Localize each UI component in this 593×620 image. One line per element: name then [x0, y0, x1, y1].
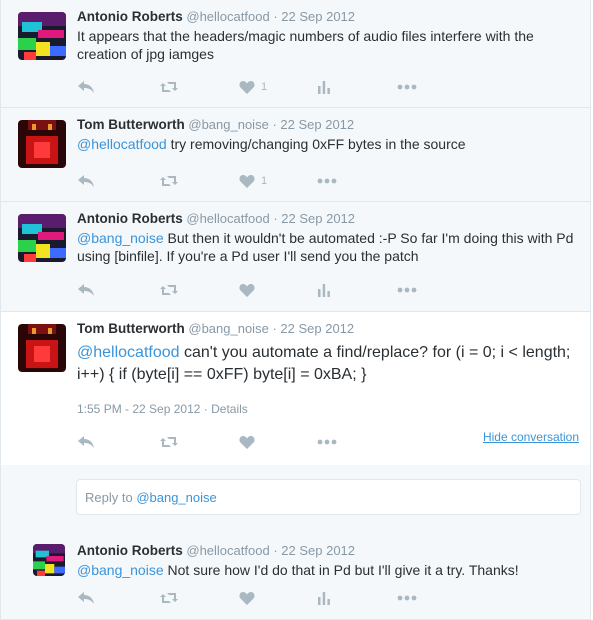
author-handle[interactable]: @bang_noise — [188, 321, 268, 336]
like-button[interactable] — [239, 432, 255, 452]
avatar-antonio[interactable] — [18, 214, 66, 262]
tweet-timestamp[interactable]: 1:55 PM - 22 Sep 2012 — [77, 402, 200, 416]
mention-link[interactable]: @hellocatfood — [77, 344, 180, 361]
tweet-date[interactable]: 22 Sep 2012 — [281, 211, 355, 226]
author-name[interactable]: Antonio Roberts — [77, 9, 183, 24]
separator: · — [273, 543, 278, 558]
reply-icon — [78, 81, 94, 93]
tweet-date[interactable]: 22 Sep 2012 — [280, 117, 354, 132]
more-icon — [317, 439, 337, 445]
mention-link[interactable]: @hellocatfood — [77, 136, 167, 152]
retweet-icon — [160, 285, 178, 295]
mention-link[interactable]: @bang_noise — [77, 230, 164, 246]
details-link[interactable]: Details — [211, 402, 248, 416]
tweet-text: It appears that the headers/magic number… — [77, 28, 534, 62]
retweet-icon — [160, 176, 178, 186]
analytics-icon — [318, 284, 330, 297]
retweet-button[interactable] — [160, 171, 178, 191]
heart-icon — [239, 436, 255, 449]
tweet-date[interactable]: 22 Sep 2012 — [281, 9, 355, 24]
reply-icon — [78, 436, 94, 448]
analytics-button[interactable] — [317, 280, 331, 300]
reply-button[interactable] — [77, 432, 95, 452]
like-button[interactable] — [239, 280, 255, 300]
more-icon — [397, 595, 417, 601]
separator: · — [272, 117, 277, 132]
mention-link[interactable]: @bang_noise — [77, 562, 164, 578]
retweet-button[interactable] — [160, 588, 178, 608]
analytics-button[interactable] — [317, 77, 331, 97]
tweet-1[interactable]: Antonio Roberts @hellocatfood · 22 Sep 2… — [0, 0, 591, 108]
reply-button[interactable] — [77, 280, 95, 300]
heart-icon — [239, 592, 255, 605]
author-name[interactable]: Antonio Roberts — [77, 543, 183, 558]
separator: · — [272, 321, 277, 336]
reply-button[interactable] — [77, 77, 95, 97]
avatar-antonio[interactable] — [18, 12, 66, 60]
tweet-text: try removing/changing 0xFF bytes in the … — [166, 136, 466, 152]
separator: · — [203, 402, 208, 416]
heart-icon — [239, 175, 255, 188]
avatar-antonio[interactable] — [33, 544, 65, 576]
reply-icon — [78, 592, 94, 604]
separator: · — [273, 211, 278, 226]
avatar-tom[interactable] — [18, 120, 66, 168]
retweet-button[interactable] — [160, 432, 178, 452]
separator: · — [273, 9, 278, 24]
like-count: 1 — [261, 81, 268, 93]
tweet-text: Not sure how I'd do that in Pd but I'll … — [163, 562, 519, 578]
reply-prefix: Reply to — [85, 490, 137, 505]
like-button[interactable]: 1 — [239, 171, 267, 191]
more-button[interactable] — [397, 588, 417, 608]
more-button[interactable] — [317, 432, 337, 452]
tweet-date[interactable]: 22 Sep 2012 — [281, 543, 355, 558]
reply-mention: @bang_noise — [136, 490, 217, 505]
analytics-button[interactable] — [317, 588, 331, 608]
tweet-2[interactable]: Tom Butterworth @bang_noise · 22 Sep 201… — [0, 108, 591, 202]
heart-icon — [239, 81, 255, 94]
analytics-icon — [318, 592, 330, 605]
more-button[interactable] — [317, 171, 337, 191]
reply-button[interactable] — [77, 171, 95, 191]
retweet-icon — [160, 437, 178, 447]
author-handle[interactable]: @bang_noise — [188, 117, 268, 132]
retweet-icon — [160, 593, 178, 603]
retweet-button[interactable] — [160, 77, 178, 97]
more-icon — [317, 178, 337, 184]
reply-button[interactable] — [77, 588, 95, 608]
tweet-3[interactable]: Antonio Roberts @hellocatfood · 22 Sep 2… — [0, 202, 591, 312]
tweet-date[interactable]: 22 Sep 2012 — [280, 321, 354, 336]
author-handle[interactable]: @hellocatfood — [186, 543, 269, 558]
author-handle[interactable]: @hellocatfood — [186, 211, 269, 226]
like-count: 1 — [261, 175, 268, 187]
more-icon — [397, 84, 417, 90]
more-button[interactable] — [397, 77, 417, 97]
reply-icon — [78, 175, 94, 187]
reply-icon — [78, 284, 94, 296]
reply-input[interactable]: Reply to @bang_noise — [76, 479, 581, 515]
author-name[interactable]: Tom Butterworth — [77, 321, 185, 336]
tweet-5[interactable]: Antonio Roberts @hellocatfood · 22 Sep 2… — [0, 536, 591, 620]
like-button[interactable] — [239, 588, 255, 608]
analytics-icon — [318, 81, 330, 94]
avatar-tom[interactable] — [18, 324, 66, 372]
author-name[interactable]: Antonio Roberts — [77, 211, 183, 226]
hide-conversation-link[interactable]: Hide conversation — [483, 430, 579, 444]
more-icon — [397, 287, 417, 293]
author-name[interactable]: Tom Butterworth — [77, 117, 185, 132]
retweet-button[interactable] — [160, 280, 178, 300]
like-button[interactable]: 1 — [239, 77, 267, 97]
retweet-icon — [160, 82, 178, 92]
more-button[interactable] — [397, 280, 417, 300]
author-handle[interactable]: @hellocatfood — [186, 9, 269, 24]
heart-icon — [239, 284, 255, 297]
